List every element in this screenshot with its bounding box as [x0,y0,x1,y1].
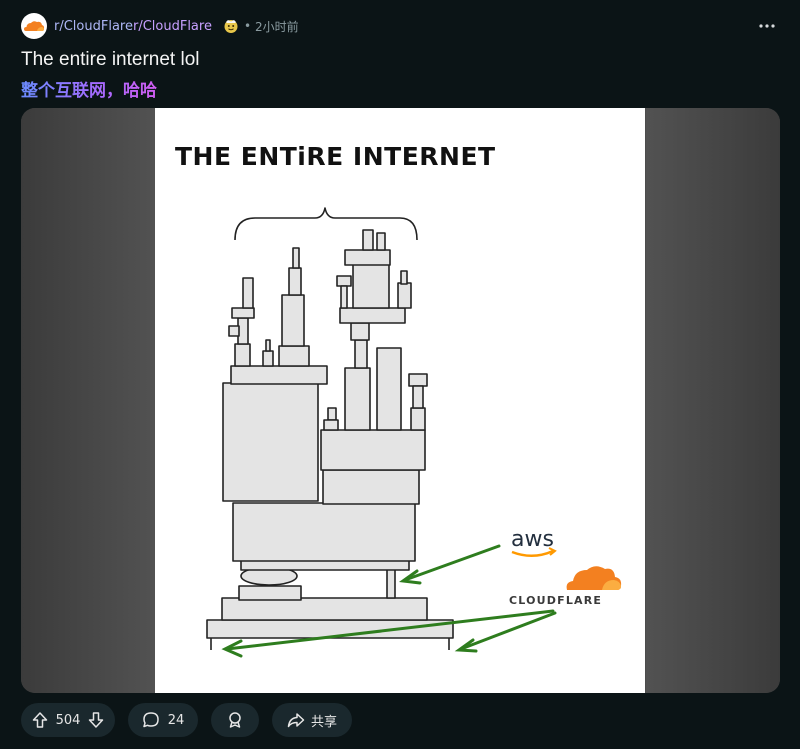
upvote-icon[interactable] [32,711,48,729]
cloudflare-logo-icon [24,21,45,31]
action-bar: 504 24 共享 [21,703,365,737]
separator-dot: • [243,19,252,33]
more-options-icon [759,24,775,28]
share-icon [287,713,305,728]
post-media[interactable]: THE ENTiRE INTERNET aws CLOUDFLARE [21,108,780,693]
post-header: r/CloudFlare r/CloudFlare • 2小时前 [21,12,781,40]
comments-button[interactable]: 24 [128,703,198,737]
comic-image: THE ENTiRE INTERNET aws CLOUDFLARE [155,108,645,693]
share-label: 共享 [310,714,337,730]
vote-control: 504 [21,703,115,737]
comic-drawing: aws CLOUDFLARE [206,207,622,658]
comment-icon [142,712,159,728]
downvote-icon[interactable] [88,711,104,729]
cloudflare-logo-text: CLOUDFLARE [509,594,602,607]
post-title[interactable]: The entire internet lol [21,49,200,71]
award-icon [229,712,241,728]
post-translated-title: 整个互联网，哈哈 [21,76,157,101]
comment-count: 24 [167,712,185,728]
share-button[interactable]: 共享 [272,703,352,737]
more-options-button[interactable] [753,14,781,38]
aws-logo-text: aws [511,527,554,552]
mod-badge-icon [222,17,240,35]
subreddit-link[interactable]: r/CloudFlare [54,19,133,34]
subreddit-avatar[interactable] [21,13,47,39]
post-timestamp: 2小时前 [255,19,299,34]
award-button[interactable] [211,703,259,737]
subreddit-link-alt[interactable]: r/CloudFlare [133,19,212,34]
vote-count: 504 [55,712,81,728]
